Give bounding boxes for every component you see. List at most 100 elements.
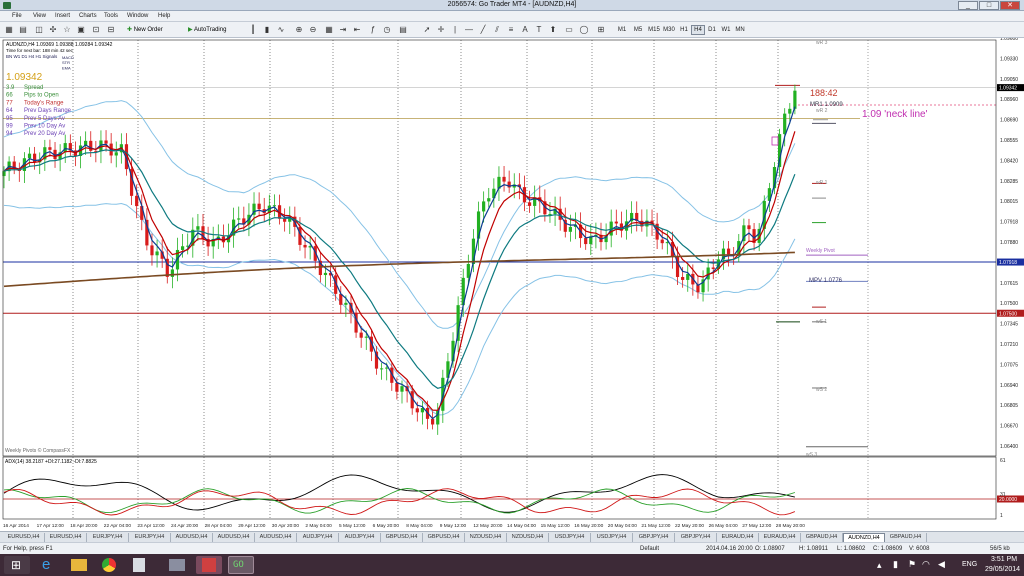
chart-tab[interactable]: USDJPY,H4 (549, 533, 591, 542)
market-watch-icon[interactable]: ◫ (34, 25, 44, 35)
cursor-icon[interactable]: ➚ (422, 25, 432, 35)
fibonacci-icon[interactable]: ≡ (506, 25, 516, 35)
crosshair-icon[interactable]: ✛ (436, 25, 446, 35)
network-icon[interactable]: ▮ (893, 559, 898, 570)
periods-icon[interactable]: ◷ (382, 25, 392, 35)
candle-body-70 (359, 332, 363, 338)
start-button[interactable]: ⊞ (4, 556, 30, 574)
chart-tab[interactable]: AUDNZD,H4 (843, 533, 885, 542)
wifi-icon[interactable]: ◠ (922, 559, 930, 570)
maximize-button[interactable]: □ (979, 1, 999, 10)
timeframe-d1[interactable]: D1 (705, 25, 719, 35)
next-bar-timer: Time for next bar: 188 min 42 sec (6, 48, 74, 53)
history-icon[interactable]: ⊟ (106, 25, 116, 35)
minimize-button[interactable]: _ (958, 1, 978, 10)
chart-tab[interactable]: EURAUD,H4 (717, 533, 759, 542)
taskbar-chrome[interactable] (96, 556, 122, 574)
zoom-in-icon[interactable]: ⊕ (294, 25, 304, 35)
timeframe-w1[interactable]: W1 (719, 25, 733, 35)
autotrading-button[interactable]: ▶ AutoTrading (187, 24, 239, 36)
chart-shift-icon[interactable]: ⇤ (352, 25, 362, 35)
timeframe-m5[interactable]: M5 (631, 25, 645, 35)
line-chart-icon[interactable]: ∿ (276, 25, 286, 35)
menu-file[interactable]: File (12, 13, 22, 19)
timeframe-m15[interactable]: M15 (647, 25, 661, 35)
navigator-icon[interactable]: ☆ (62, 25, 72, 35)
timeframe-m1[interactable]: M1 (615, 25, 629, 35)
chart-tab[interactable]: EURJPY,H4 (87, 533, 129, 542)
label-icon[interactable]: T (534, 25, 544, 35)
chart-tab[interactable]: NZDUSD,H4 (465, 533, 507, 542)
timeframe-mn[interactable]: MN (733, 25, 747, 35)
chart-tab[interactable]: EURUSD,H4 (3, 533, 45, 542)
autoscroll-icon[interactable]: ⇥ (338, 25, 348, 35)
taskbar-explorer[interactable] (66, 556, 92, 574)
candle-body-94 (482, 201, 486, 212)
chart-tab[interactable]: NZDUSD,H4 (507, 533, 549, 542)
taskbar-notes[interactable] (126, 556, 152, 574)
chart-tab[interactable]: AUDUSD,H4 (213, 533, 255, 542)
vertical-line-icon[interactable]: | (450, 25, 460, 35)
terminal-icon[interactable]: ▣ (76, 25, 86, 35)
timeframe-h1[interactable]: H1 (677, 25, 691, 35)
chart-tab[interactable]: AUDUSD,H4 (171, 533, 213, 542)
language-indicator[interactable]: ENG (962, 561, 977, 568)
chart-tab[interactable]: AUDJPY,H4 (297, 533, 339, 542)
candlestick-icon[interactable]: ▮ (262, 25, 272, 35)
chart-tab[interactable]: GBPUSD,H4 (423, 533, 465, 542)
chart-tab[interactable]: EURAUD,H4 (759, 533, 801, 542)
menu-window[interactable]: Window (127, 13, 148, 19)
flag-icon[interactable]: ⚑ (908, 559, 916, 570)
rectangle-icon[interactable]: ▭ (564, 25, 574, 35)
templates-icon[interactable]: ▤ (398, 25, 408, 35)
info-value-3: 64 (6, 108, 13, 114)
ellipse-icon[interactable]: ◯ (579, 25, 589, 35)
new-chart-icon[interactable]: ▦ (4, 25, 14, 35)
close-button[interactable]: ✕ (1000, 1, 1020, 10)
taskbar-ie[interactable]: e (36, 556, 62, 574)
cycle-lines-icon[interactable]: ⊞ (596, 25, 606, 35)
channel-icon[interactable]: ⫽ (492, 25, 502, 35)
chart-tab[interactable]: GBPAUD,H4 (801, 533, 843, 542)
chart-tab[interactable]: GBPAUD,H4 (885, 533, 927, 542)
clock-date[interactable]: 29/05/2014 (985, 566, 1020, 573)
chart-tab[interactable]: AUDJPY,H4 (339, 533, 381, 542)
zoom-out-icon[interactable]: ⊖ (308, 25, 318, 35)
data-window-icon[interactable]: ✣ (48, 25, 58, 35)
tray-arrow-icon[interactable]: ▴ (877, 560, 882, 571)
chart-tab[interactable]: GBPJPY,H4 (675, 533, 717, 542)
tester-icon[interactable]: ⊡ (91, 25, 101, 35)
chart-tab[interactable]: USDJPY,H4 (591, 533, 633, 542)
timeframe-m30[interactable]: M30 (662, 25, 676, 35)
tile-icon[interactable]: ▦ (324, 25, 334, 35)
taskbar-mail[interactable] (164, 556, 190, 574)
bar-chart-icon[interactable]: ┃ (248, 25, 258, 35)
indicators-icon[interactable]: ƒ (368, 25, 378, 35)
chart-tab[interactable]: GBPJPY,H4 (633, 533, 675, 542)
menu-view[interactable]: View (33, 13, 46, 19)
chart-tab[interactable]: EURJPY,H4 (129, 533, 171, 542)
clock-time[interactable]: 3:51 PM (991, 556, 1017, 563)
trendline-icon[interactable]: ╱ (478, 25, 488, 35)
menu-insert[interactable]: Insert (55, 13, 70, 19)
time-tick-20: 22 May 20:00 (675, 523, 704, 529)
timeframe-h4[interactable]: H4 (691, 25, 705, 35)
chart-tab[interactable]: GBPUSD,H4 (381, 533, 423, 542)
chart-tab[interactable]: EURUSD,H4 (45, 533, 87, 542)
taskbar-paint[interactable] (196, 556, 222, 574)
menu-charts[interactable]: Charts (79, 13, 97, 19)
taskbar-mt4[interactable]: GO (228, 556, 254, 574)
menu-tools[interactable]: Tools (104, 13, 118, 19)
text-icon[interactable]: A (520, 25, 530, 35)
price-chart[interactable]: 1.09600 1.09330 1.09050 1.08960 1.08690 1.085… (0, 38, 1024, 530)
arrow-icon[interactable]: ⬆ (548, 25, 558, 35)
time-tick-12: 8 May 04:00 (406, 523, 433, 529)
pivot-weekly: Weekly Pivot (806, 248, 835, 254)
menu-help[interactable]: Help (158, 13, 170, 19)
horizontal-line-icon[interactable]: — (464, 25, 474, 35)
chart-tab[interactable]: AUDUSD,H4 (255, 533, 297, 542)
profiles-icon[interactable]: ▤ (18, 25, 28, 35)
new-order-button[interactable]: ✚ New Order (126, 24, 174, 36)
pivot-mpv: MPV 1.0776 (809, 278, 843, 284)
volume-icon[interactable]: ◀ (938, 559, 945, 570)
